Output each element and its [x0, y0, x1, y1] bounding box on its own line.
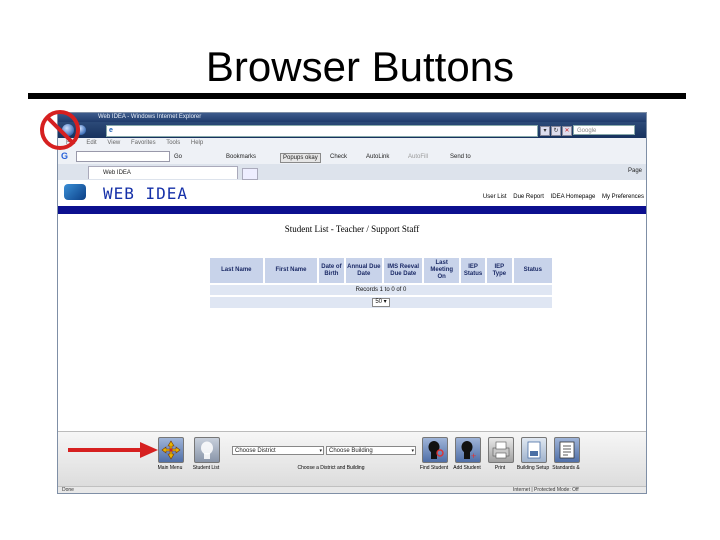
ie-page-icon: e [109, 127, 113, 134]
page-size-value: 50 [375, 299, 382, 305]
window-titlebar: Web IDEA - Windows Internet Explorer [58, 113, 646, 122]
address-bar[interactable]: e [106, 125, 538, 137]
bookmarks-button[interactable]: Bookmarks [226, 153, 256, 161]
chevron-down-icon: ▾ [319, 448, 322, 454]
standards-label: Standards & [552, 465, 580, 471]
col-iep-status[interactable]: IEP Status [460, 258, 486, 283]
google-logo: G [61, 151, 69, 161]
col-status[interactable]: Status [513, 258, 552, 283]
slide-title: Browser Buttons [205, 43, 515, 90]
chevron-down-icon: ▾ [411, 448, 414, 454]
district-select[interactable]: Choose District ▾ [232, 446, 324, 455]
browser-screenshot: Web IDEA - Windows Internet Explorer e ▾… [57, 112, 647, 494]
link-user-list[interactable]: User List [483, 194, 507, 200]
find-student-icon [428, 441, 444, 459]
student-list-label: Student List [192, 465, 220, 471]
svg-text:+: + [471, 451, 476, 461]
add-student-button[interactable]: + [455, 437, 481, 463]
google-search-input[interactable] [76, 151, 170, 162]
refresh-icon[interactable]: ↻ [551, 126, 561, 136]
page-size-select[interactable]: 50 ▾ [372, 298, 390, 307]
menu-bar: File Edit View Favorites Tools Help [58, 138, 646, 148]
col-date-of-birth[interactable]: Date of Birth [319, 258, 344, 283]
new-tab-button[interactable] [242, 168, 258, 180]
webidea-logo-text: WEB IDEA [103, 184, 189, 203]
menu-favorites[interactable]: Favorites [131, 140, 156, 146]
student-list-button[interactable] [194, 437, 220, 463]
link-due-report[interactable]: Due Report [513, 194, 544, 200]
webidea-logo-icon [64, 184, 86, 200]
google-toolbar: G Go Bookmarks Popups okay Check AutoLin… [58, 148, 646, 165]
go-button[interactable]: Go [174, 153, 182, 161]
search-input[interactable]: Google [573, 125, 635, 135]
main-menu-icon [161, 440, 181, 460]
standards-icon [559, 441, 575, 459]
nav-iep[interactable]: IEP [68, 215, 76, 221]
district-select-value: Choose District [235, 448, 276, 454]
col-last-meeting-on[interactable]: Last Meeting On [424, 258, 459, 283]
printer-icon [492, 441, 510, 459]
tab-strip: Web IDEA Page [58, 164, 646, 181]
building-select[interactable]: Choose Building ▾ [326, 446, 416, 455]
autofill-button[interactable]: AutoFill [408, 153, 428, 161]
student-list-heading: Student List - Teacher / Support Staff [284, 224, 420, 234]
nav-reports[interactable]: REPORTS [87, 215, 111, 221]
col-ims-reeval-due-date[interactable]: IMS Reeval Due Date [384, 258, 423, 283]
tab-web-idea[interactable]: Web IDEA [88, 166, 238, 179]
autolink-button[interactable]: AutoLink [366, 153, 389, 161]
menu-help[interactable]: Help [191, 140, 203, 146]
address-row: e ▾ ↻ ✕ Google [58, 122, 646, 138]
webidea-nav: IEP REPORTS ADMIN [58, 206, 646, 221]
student-table: Last Name First Name Date of Birth Annua… [208, 256, 554, 310]
col-last-name[interactable]: Last Name [210, 258, 263, 283]
building-setup-button[interactable] [521, 437, 547, 463]
sendto-button[interactable]: Send to [450, 153, 471, 161]
link-my-preferences[interactable]: My Preferences [602, 194, 644, 200]
choose-district-label: Choose a District and Building [297, 465, 365, 471]
col-annual-due-date[interactable]: Annual Due Date [345, 258, 383, 283]
page-menu[interactable]: Page [628, 168, 642, 174]
main-menu-button[interactable] [158, 437, 184, 463]
title-divider [28, 93, 686, 99]
header-links: User List Due Report IDEA Homepage My Pr… [478, 194, 644, 200]
nav-admin[interactable]: ADMIN [121, 215, 137, 221]
check-button[interactable]: Check [330, 153, 347, 161]
status-text: Done [62, 487, 74, 493]
building-select-value: Choose Building [329, 448, 373, 454]
standards-button[interactable] [554, 437, 580, 463]
building-setup-icon [527, 441, 541, 459]
security-zone: Internet | Protected Mode: Off [513, 487, 579, 493]
menu-view[interactable]: View [107, 140, 120, 146]
add-student-icon: + [461, 441, 476, 461]
address-dropdown-icon[interactable]: ▾ [540, 126, 550, 136]
col-first-name[interactable]: First Name [264, 258, 318, 283]
window-title: Web IDEA - Windows Internet Explorer [98, 114, 202, 120]
menu-edit[interactable]: Edit [86, 140, 96, 146]
page-size-row: 50 ▾ [210, 297, 552, 308]
find-student-button[interactable] [422, 437, 448, 463]
student-head-icon [201, 441, 213, 459]
status-bar: Done Internet | Protected Mode: Off [58, 486, 646, 493]
menu-tools[interactable]: Tools [166, 140, 180, 146]
print-button[interactable] [488, 437, 514, 463]
popups-button[interactable]: Popups okay [280, 153, 321, 163]
webidea-header: WEB IDEA User List Due Report IDEA Homep… [58, 180, 646, 206]
link-idea-homepage[interactable]: IDEA Homepage [551, 194, 596, 200]
red-arrow-icon [68, 442, 158, 458]
prohibition-icon [40, 110, 80, 150]
stop-icon[interactable]: ✕ [562, 126, 572, 136]
records-count: Records 1 to 0 of 0 [210, 285, 552, 295]
col-iep-type[interactable]: IEP Type [487, 258, 512, 283]
